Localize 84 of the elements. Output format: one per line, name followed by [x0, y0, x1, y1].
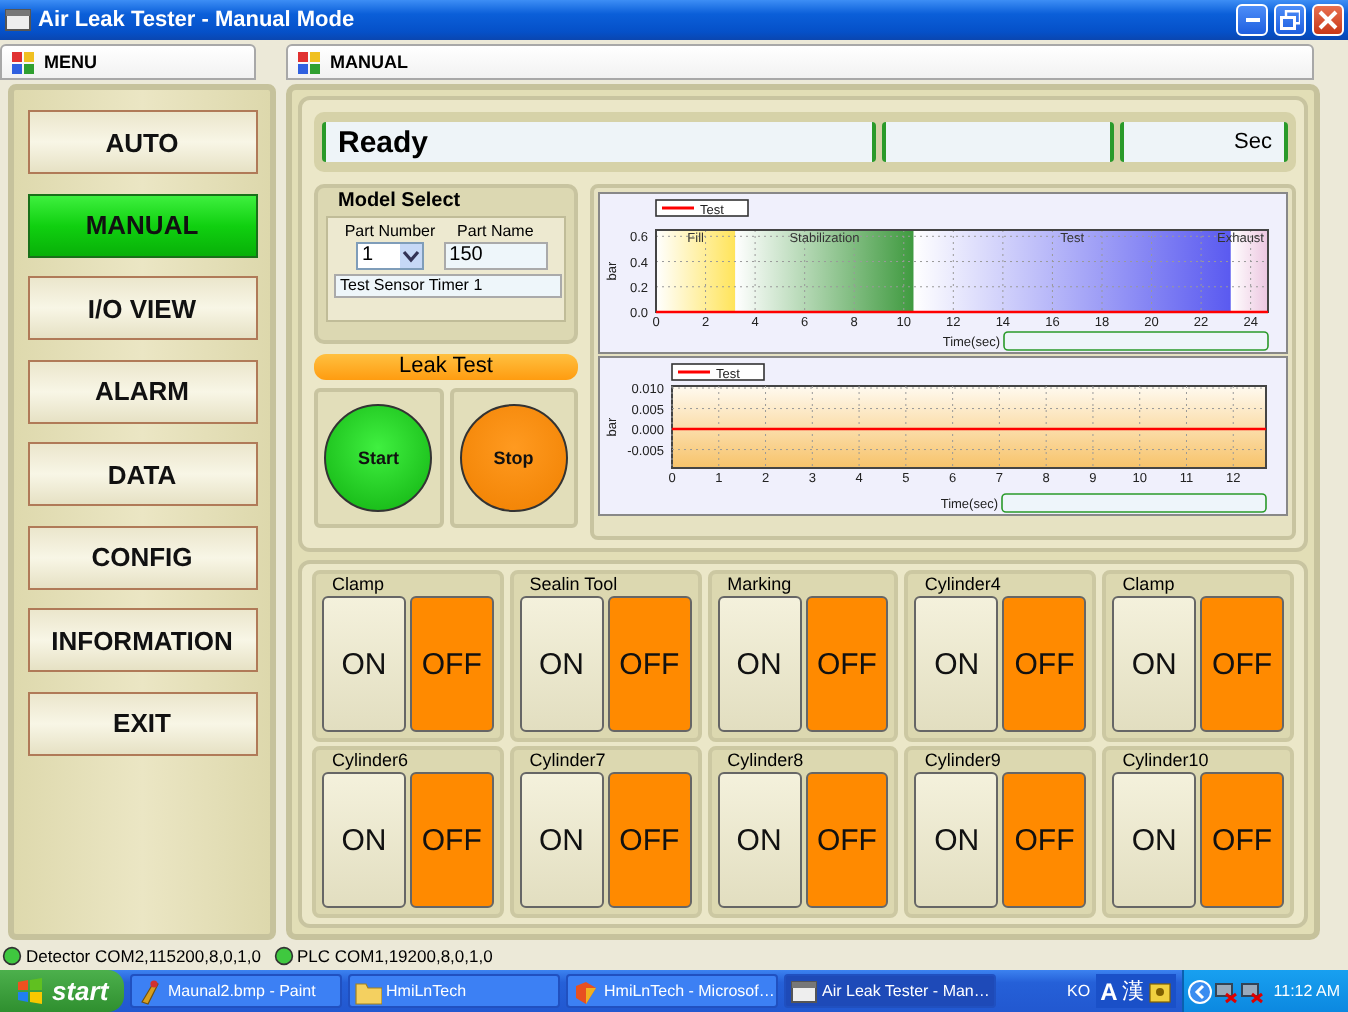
- menu-button[interactable]: DATA: [27, 442, 257, 506]
- on-button[interactable]: ON: [717, 772, 801, 908]
- toggle-label: Clamp: [1120, 574, 1177, 596]
- restore-button[interactable]: [1274, 4, 1306, 36]
- close-button[interactable]: [1312, 4, 1344, 36]
- stop-button[interactable]: Stop: [459, 404, 568, 512]
- menu-button[interactable]: EXIT: [27, 691, 257, 755]
- on-button[interactable]: ON: [519, 596, 604, 732]
- minimize-icon: [1245, 18, 1259, 22]
- restore-icon: [1280, 10, 1300, 30]
- chevron-down-icon: [401, 248, 420, 264]
- field-label: Part Name: [457, 222, 534, 242]
- window-icon: [4, 6, 32, 34]
- start-button[interactable]: Start: [324, 404, 433, 512]
- on-button[interactable]: ON: [519, 772, 604, 908]
- part-number-dropdown[interactable]: 1: [355, 242, 424, 270]
- toggle-label: Cylinder8: [725, 750, 806, 772]
- toggle-label: Cylinder10: [1120, 750, 1211, 772]
- off-button[interactable]: OFF: [607, 596, 692, 732]
- panel-title: MANUAL: [330, 52, 408, 72]
- hanja-indicator[interactable]: 漢: [1121, 976, 1144, 1006]
- part-name-field[interactable]: 150: [443, 242, 548, 270]
- window-title: Air Leak Tester - Manual Mode: [38, 8, 357, 32]
- legend-box: [655, 199, 749, 217]
- on-button[interactable]: ON: [717, 596, 801, 732]
- menu-button[interactable]: INFORMATION: [27, 608, 257, 672]
- minimize-button[interactable]: [1236, 4, 1268, 36]
- menu-button[interactable]: I/O VIEW: [27, 276, 257, 340]
- off-button[interactable]: OFF: [1200, 772, 1284, 908]
- input-mode-indicator[interactable]: A: [1100, 977, 1118, 1005]
- off-button[interactable]: OFF: [409, 596, 494, 732]
- on-button[interactable]: ON: [1112, 772, 1197, 908]
- taskbar-button[interactable]: HmiLnTech: [348, 974, 560, 1008]
- status-light-icon: [2, 945, 22, 965]
- close-icon: [1318, 10, 1338, 30]
- status-message: Ready: [322, 122, 877, 162]
- section-header: Leak Test: [314, 354, 578, 380]
- on-button[interactable]: ON: [914, 596, 999, 732]
- status-light-icon: [273, 945, 293, 965]
- toggle-label: Cylinder7: [527, 750, 608, 772]
- network-icon: [1239, 979, 1264, 1003]
- off-button[interactable]: OFF: [1002, 772, 1087, 908]
- network-icon: [1213, 979, 1238, 1003]
- menu-button[interactable]: AUTO: [27, 110, 257, 174]
- unit-label: Sec: [1120, 122, 1288, 162]
- toggle-label: Cylinder6: [330, 750, 411, 772]
- language-indicator[interactable]: KO: [1067, 982, 1091, 1000]
- folder-icon: [354, 977, 382, 1005]
- menu-button[interactable]: CONFIG: [27, 525, 257, 589]
- description-field[interactable]: Test Sensor Timer 1: [334, 274, 562, 298]
- status-text: Detector COM2,115200,8,0,1,0: [26, 945, 261, 965]
- paintbrush-icon: [136, 977, 164, 1005]
- toggle-label: Sealin Tool: [527, 574, 620, 596]
- clock: 11:12 AM: [1273, 982, 1340, 1000]
- off-button[interactable]: OFF: [1200, 596, 1284, 732]
- chevron-left-icon: [1187, 979, 1212, 1003]
- app-icon: [10, 49, 36, 75]
- toggle-label: Marking: [725, 574, 794, 596]
- off-button[interactable]: OFF: [607, 772, 692, 908]
- off-button[interactable]: OFF: [409, 772, 494, 908]
- field-label: Part Number: [344, 222, 436, 242]
- windows-flag-icon: [16, 978, 44, 1004]
- on-button[interactable]: ON: [914, 772, 999, 908]
- off-button[interactable]: OFF: [1002, 596, 1087, 732]
- window-icon: [790, 977, 818, 1005]
- taskbar-button[interactable]: HmiLnTech - Microsof…: [566, 974, 778, 1008]
- menu-button[interactable]: ALARM: [27, 359, 257, 423]
- toggle-label: Clamp: [330, 574, 387, 596]
- group-title: Model Select: [336, 188, 463, 216]
- menu-button[interactable]: MANUAL: [27, 193, 257, 257]
- panel-title: MENU: [44, 52, 97, 72]
- off-button[interactable]: OFF: [805, 772, 889, 908]
- on-button[interactable]: ON: [322, 772, 406, 908]
- status-text: PLC COM1,19200,8,0,1,0: [297, 945, 493, 965]
- taskbar-button[interactable]: Air Leak Tester - Man…: [784, 974, 996, 1008]
- app-icon: [572, 977, 600, 1005]
- taskbar-button[interactable]: Maunal2.bmp - Paint: [130, 974, 342, 1008]
- off-button[interactable]: OFF: [805, 596, 889, 732]
- legend-box: [671, 363, 765, 381]
- on-button[interactable]: ON: [1112, 596, 1197, 732]
- toggle-label: Cylinder4: [922, 574, 1003, 596]
- toggle-label: Cylinder9: [922, 750, 1003, 772]
- app-icon: [296, 49, 322, 75]
- on-button[interactable]: ON: [322, 596, 406, 732]
